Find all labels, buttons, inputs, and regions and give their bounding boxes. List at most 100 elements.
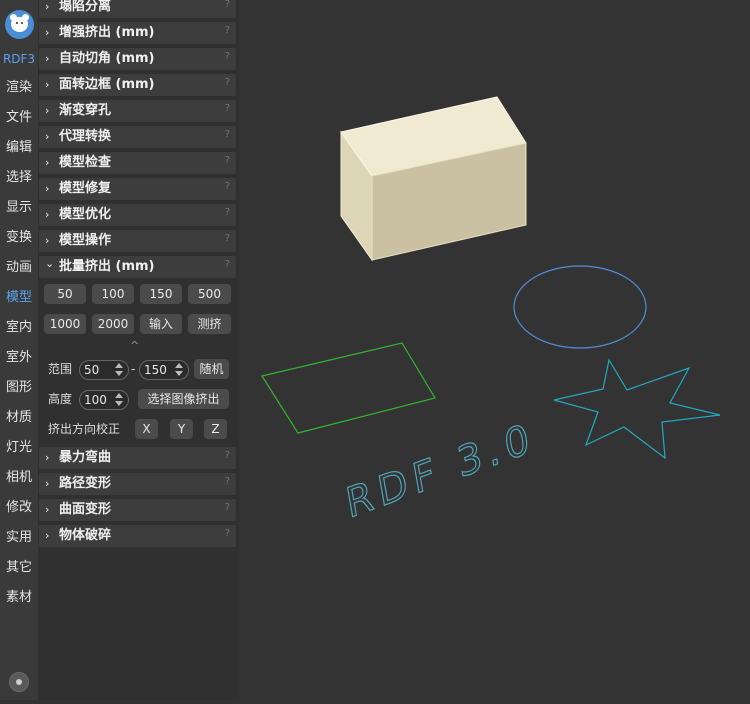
spin-up-icon[interactable] [175, 363, 183, 368]
3d-viewport[interactable]: RDF 3.0 [239, 0, 750, 700]
height-value: 100 [84, 393, 107, 407]
section-path-deform[interactable]: › 路径变形 ? [39, 473, 236, 495]
app-logo-icon[interactable] [5, 10, 34, 39]
section-model-operation[interactable]: › 模型操作 ? [39, 230, 236, 252]
help-icon[interactable]: ? [225, 473, 230, 491]
extrude-2000-button[interactable]: 2000 [92, 314, 134, 334]
spin-up-icon[interactable] [115, 363, 123, 368]
random-button[interactable]: 随机 [194, 359, 229, 379]
section-label: 塌陷分离 [59, 0, 112, 14]
tool-panel: › 塌陷分离 ? › 增强挤出 (mm) ? › 自动切角 (mm) ? › 面… [38, 0, 239, 700]
help-icon[interactable]: ? [225, 256, 230, 274]
viewport-scene[interactable]: RDF 3.0 [239, 0, 750, 700]
help-icon[interactable]: ? [225, 74, 230, 92]
chevron-right-icon: › [45, 451, 50, 464]
section-label: 自动切角 (mm) [59, 51, 155, 66]
nav-item-render[interactable]: 渲染 [0, 78, 38, 98]
nav-item-edit[interactable]: 编辑 [0, 138, 38, 158]
select-image-extrude-button[interactable]: 选择图像挤出 [138, 389, 229, 409]
section-model-optimize[interactable]: › 模型优化 ? [39, 204, 236, 226]
section-gradient-perforate[interactable]: › 渐变穿孔 ? [39, 100, 236, 122]
range-min-spinner[interactable]: 50 [79, 360, 129, 380]
extrude-1000-button[interactable]: 1000 [44, 314, 86, 334]
spin-up-icon[interactable] [115, 393, 123, 398]
help-icon[interactable]: ? [225, 447, 230, 465]
section-batch-extrude[interactable]: ⌄ 批量挤出 (mm) ? [39, 256, 236, 278]
chevron-right-icon: › [45, 208, 50, 221]
help-icon[interactable]: ? [225, 22, 230, 40]
nav-item-light[interactable]: 灯光 [0, 438, 38, 458]
scene-3d-text[interactable]: RDF 3.0 [342, 412, 539, 528]
help-icon[interactable]: ? [225, 178, 230, 196]
nav-item-animation[interactable]: 动画 [0, 258, 38, 278]
chevron-right-icon: › [45, 529, 50, 542]
nav-item-material[interactable]: 材质 [0, 408, 38, 428]
nav-item-interior[interactable]: 室内 [0, 318, 38, 338]
extrude-500-button[interactable]: 500 [188, 284, 231, 304]
spinner-arrows-icon[interactable] [112, 392, 126, 408]
section-model-repair[interactable]: › 模型修复 ? [39, 178, 236, 200]
height-spinner[interactable]: 100 [79, 390, 129, 410]
section-model-check[interactable]: › 模型检查 ? [39, 152, 236, 174]
chevron-right-icon: › [45, 182, 50, 195]
help-icon[interactable]: ? [225, 499, 230, 517]
range-separator: - [131, 362, 136, 376]
section-face-to-frame[interactable]: › 面转边框 (mm) ? [39, 74, 236, 96]
nav-app-label[interactable]: RDF3 [0, 49, 38, 69]
extrude-100-button[interactable]: 100 [92, 284, 134, 304]
help-icon[interactable]: ? [225, 0, 230, 14]
nav-item-display[interactable]: 显示 [0, 198, 38, 218]
section-proxy-convert[interactable]: › 代理转换 ? [39, 126, 236, 148]
help-icon[interactable]: ? [225, 126, 230, 144]
nav-item-exterior[interactable]: 室外 [0, 348, 38, 368]
section-collapse-detach[interactable]: › 塌陷分离 ? [39, 0, 236, 18]
chevron-right-icon: › [45, 52, 50, 65]
range-max-spinner[interactable]: 150 [139, 360, 189, 380]
section-force-bend[interactable]: › 暴力弯曲 ? [39, 447, 236, 469]
spinner-arrows-icon[interactable] [112, 362, 126, 378]
help-icon[interactable]: ? [225, 152, 230, 170]
extrude-input-button[interactable]: 输入 [140, 314, 182, 334]
section-enhanced-extrude[interactable]: › 增强挤出 (mm) ? [39, 22, 236, 44]
axis-x-button[interactable]: X [135, 419, 158, 439]
section-object-shatter[interactable]: › 物体破碎 ? [39, 525, 236, 547]
nav-item-camera[interactable]: 相机 [0, 468, 38, 488]
nav-item-assets[interactable]: 素材 [0, 588, 38, 608]
settings-gear-hub [16, 679, 22, 685]
nav-item-file[interactable]: 文件 [0, 108, 38, 128]
nav-item-modify[interactable]: 修改 [0, 498, 38, 518]
extrude-150-button[interactable]: 150 [140, 284, 182, 304]
help-icon[interactable]: ? [225, 230, 230, 248]
section-label: 模型优化 [59, 207, 112, 222]
section-label: 增强挤出 (mm) [59, 25, 155, 40]
spin-down-icon[interactable] [115, 371, 123, 376]
rectangle-shape[interactable] [261, 342, 436, 434]
spinner-arrows-icon[interactable] [172, 362, 186, 378]
section-label: 模型修复 [59, 181, 112, 196]
spin-down-icon[interactable] [175, 371, 183, 376]
section-surface-deform[interactable]: › 曲面变形 ? [39, 499, 236, 521]
extrude-50-button[interactable]: 50 [44, 284, 86, 304]
logo-eye-left [16, 22, 18, 24]
measure-extrude-button[interactable]: 测挤 [188, 314, 231, 334]
section-auto-chamfer[interactable]: › 自动切角 (mm) ? [39, 48, 236, 70]
nav-item-transform[interactable]: 变换 [0, 228, 38, 248]
nav-item-utility[interactable]: 实用 [0, 528, 38, 548]
settings-gear-icon[interactable] [9, 672, 29, 692]
help-icon[interactable]: ? [225, 525, 230, 543]
axis-z-button[interactable]: Z [204, 419, 227, 439]
help-icon[interactable]: ? [225, 100, 230, 118]
nav-item-shape[interactable]: 图形 [0, 378, 38, 398]
section-label: 物体破碎 [59, 528, 112, 543]
help-icon[interactable]: ? [225, 48, 230, 66]
nav-item-other[interactable]: 其它 [0, 558, 38, 578]
ellipse-shape[interactable] [513, 265, 647, 349]
axis-y-button[interactable]: Y [170, 419, 193, 439]
chevron-right-icon: › [45, 477, 50, 490]
collapse-caret-icon[interactable]: ^ [130, 336, 139, 356]
help-icon[interactable]: ? [225, 204, 230, 222]
nav-item-select[interactable]: 选择 [0, 168, 38, 188]
spin-down-icon[interactable] [115, 401, 123, 406]
nav-item-model[interactable]: 模型 [0, 288, 38, 308]
star-shape[interactable] [553, 358, 721, 460]
